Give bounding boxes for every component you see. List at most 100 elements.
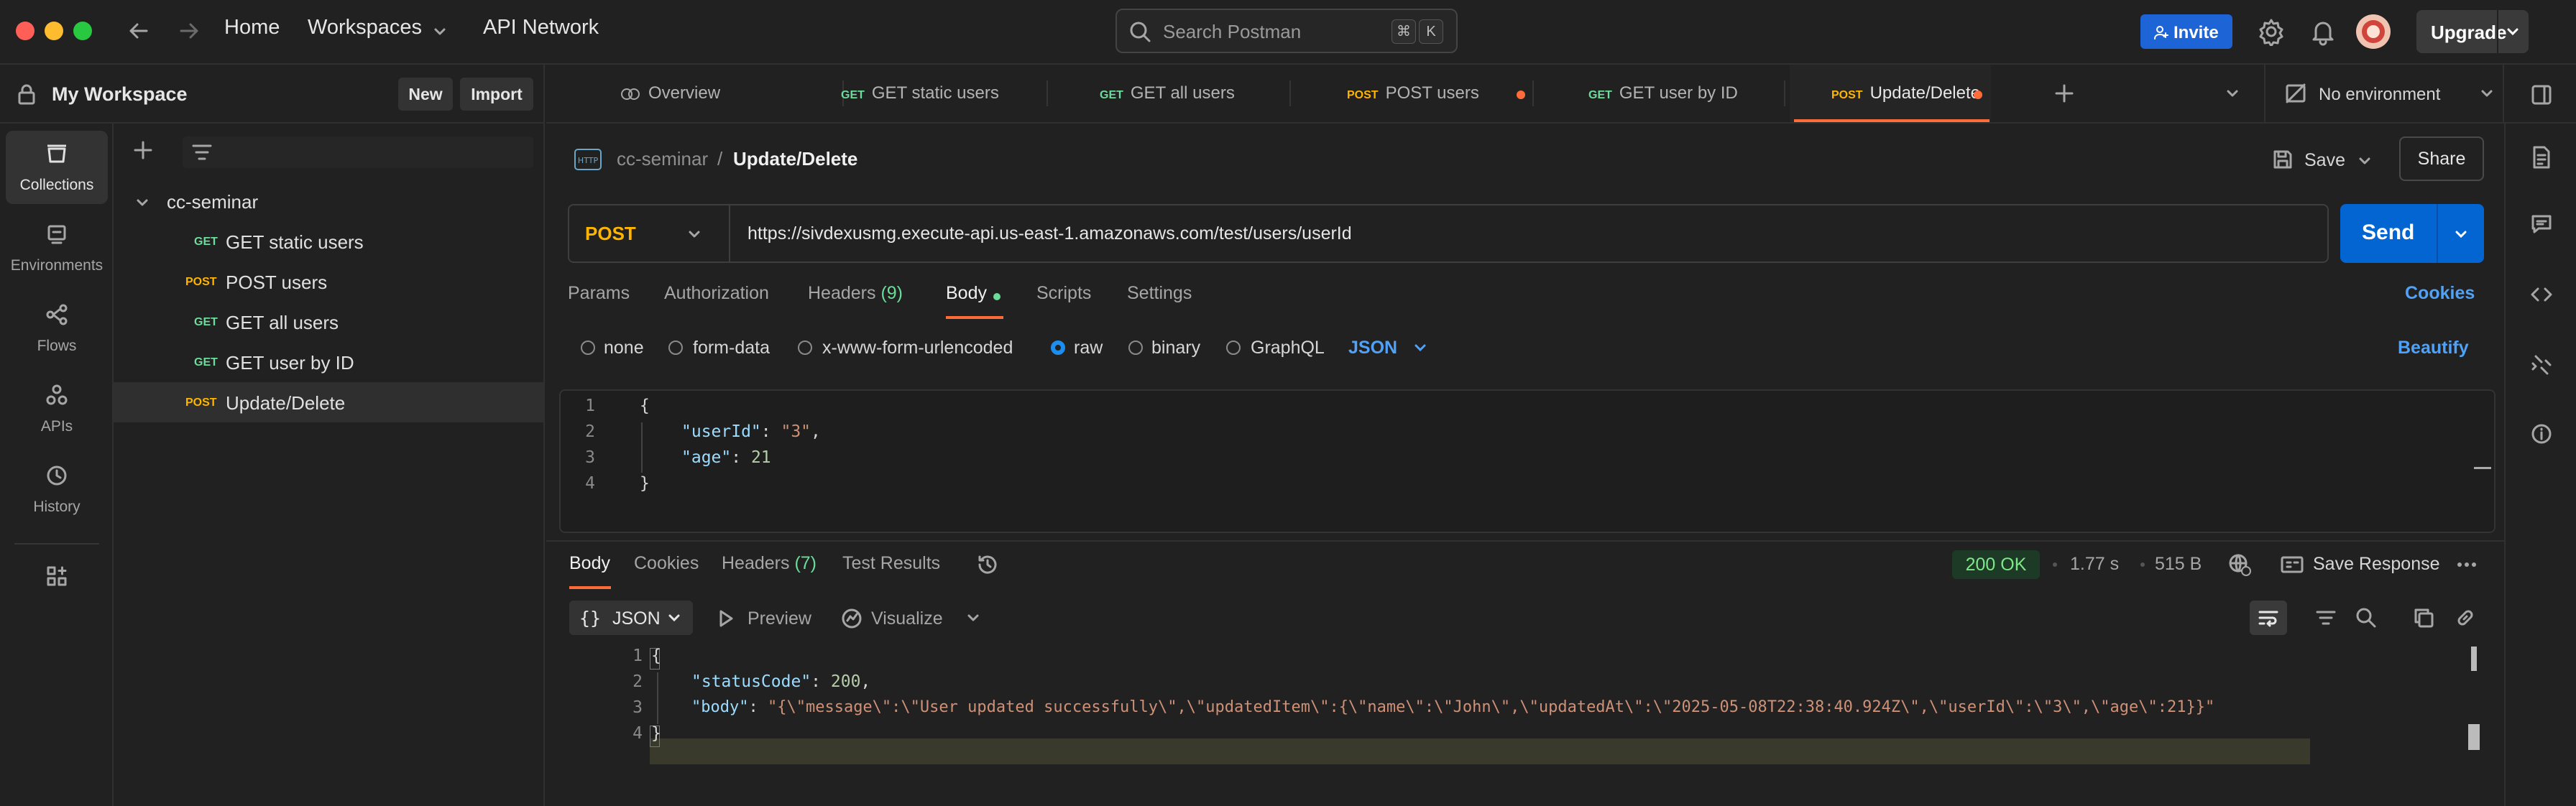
forward-arrow-icon[interactable] bbox=[177, 19, 201, 43]
radio-none[interactable] bbox=[581, 341, 595, 355]
tab-get-user-by-id[interactable]: GET GET user by ID bbox=[1588, 65, 1738, 122]
radio-form-data[interactable] bbox=[668, 341, 683, 355]
chevron-down-icon[interactable] bbox=[433, 24, 447, 39]
radio-raw[interactable] bbox=[1051, 341, 1065, 355]
nav-home[interactable]: Home bbox=[224, 16, 280, 40]
maximize-window-button[interactable] bbox=[73, 22, 92, 40]
tab-get-static-users[interactable]: GET GET static users bbox=[841, 65, 999, 122]
list-item[interactable]: GET GET all users bbox=[114, 302, 543, 342]
notifications-bell-icon[interactable] bbox=[2309, 17, 2337, 46]
send-button[interactable]: Send bbox=[2340, 204, 2484, 263]
radio-graphql[interactable] bbox=[1226, 341, 1241, 355]
radio-x-www-form-urlencoded[interactable] bbox=[798, 341, 812, 355]
wrap-lines-button[interactable] bbox=[2250, 601, 2287, 635]
minimize-window-button[interactable] bbox=[45, 22, 63, 40]
settings-gear-icon[interactable] bbox=[2257, 17, 2286, 46]
sidebar-item-collections[interactable]: Collections bbox=[6, 131, 108, 204]
radio-label: GraphQL bbox=[1251, 338, 1325, 358]
chevron-down-icon[interactable] bbox=[2454, 227, 2468, 241]
tab-label: GET user by ID bbox=[1619, 83, 1738, 103]
save-button[interactable]: Save bbox=[2268, 144, 2379, 177]
response-history-icon[interactable] bbox=[976, 553, 999, 576]
chevron-down-icon[interactable] bbox=[966, 611, 980, 625]
chevron-down-icon bbox=[667, 611, 681, 625]
tab-get-all-users[interactable]: GET GET all users bbox=[1100, 65, 1235, 122]
response-time[interactable]: 1.77 s bbox=[2070, 554, 2119, 575]
share-button[interactable]: Share bbox=[2399, 136, 2484, 181]
network-globe-icon[interactable] bbox=[2227, 552, 2253, 578]
add-ons-grid-icon[interactable] bbox=[45, 565, 68, 588]
tab-authorization[interactable]: Authorization bbox=[664, 283, 769, 304]
list-item-selected[interactable]: POST Update/Delete bbox=[114, 382, 543, 422]
request-body-editor[interactable]: 1 2 3 4 { "userId": "3", "age": 21 } bbox=[559, 389, 2496, 533]
copy-icon[interactable] bbox=[2412, 606, 2435, 629]
workspace-name[interactable]: My Workspace bbox=[52, 83, 188, 106]
chevron-down-icon[interactable] bbox=[2358, 154, 2372, 168]
response-body-viewer[interactable]: 1 2 3 4 { "statusCode": 200, "body": "{\… bbox=[546, 644, 2504, 764]
beautify-link[interactable]: Beautify bbox=[2398, 338, 2469, 358]
indent-guide bbox=[657, 672, 658, 724]
chevron-down-icon[interactable] bbox=[2225, 86, 2240, 101]
link-icon[interactable] bbox=[2454, 606, 2477, 629]
visualize-button[interactable]: Visualize bbox=[871, 608, 943, 629]
tab-params[interactable]: Params bbox=[568, 283, 630, 304]
nav-api-network[interactable]: API Network bbox=[483, 16, 599, 40]
radio-binary[interactable] bbox=[1128, 341, 1143, 355]
method-select[interactable]: POST bbox=[569, 205, 730, 261]
tab-post-users[interactable]: POST POST users bbox=[1347, 65, 1479, 122]
related-collections-icon[interactable] bbox=[2530, 353, 2553, 376]
nav-workspaces[interactable]: Workspaces bbox=[308, 16, 422, 40]
add-icon[interactable] bbox=[132, 139, 154, 161]
status-badge[interactable]: 200 OK bbox=[1952, 550, 2040, 579]
import-button[interactable]: Import bbox=[460, 78, 533, 111]
response-format-select[interactable]: {} JSON bbox=[569, 601, 693, 635]
avatar[interactable] bbox=[2356, 14, 2391, 49]
preview-button[interactable]: Preview bbox=[748, 608, 811, 629]
close-window-button[interactable] bbox=[16, 22, 34, 40]
divider bbox=[14, 543, 99, 545]
documentation-icon[interactable] bbox=[2530, 145, 2553, 170]
cookies-link[interactable]: Cookies bbox=[2405, 283, 2475, 304]
tab-response-headers[interactable]: Headers (7) bbox=[722, 553, 816, 574]
tab-response-cookies[interactable]: Cookies bbox=[634, 553, 699, 574]
more-options-icon[interactable] bbox=[2455, 555, 2478, 575]
tab-overview[interactable]: Overview bbox=[620, 65, 720, 122]
sidebar-item-environments[interactable]: Environments bbox=[6, 211, 108, 284]
list-item[interactable]: POST POST users bbox=[114, 261, 543, 302]
search-input[interactable]: Search Postman ⌘ K bbox=[1116, 9, 1458, 53]
tab-headers[interactable]: Headers (9) bbox=[808, 283, 903, 304]
tab-settings[interactable]: Settings bbox=[1127, 283, 1192, 304]
scrollbar-thumb[interactable] bbox=[2471, 647, 2477, 671]
filter-icon[interactable] bbox=[2314, 606, 2337, 629]
chevron-down-icon[interactable] bbox=[1413, 341, 1427, 355]
collection-folder[interactable]: cc-seminar bbox=[114, 181, 543, 221]
search-icon[interactable] bbox=[2355, 606, 2378, 629]
back-arrow-icon[interactable] bbox=[126, 19, 151, 43]
environment-selector[interactable]: No environment bbox=[2280, 65, 2503, 122]
code-icon[interactable] bbox=[2530, 283, 2553, 306]
chevron-down-icon[interactable] bbox=[2506, 24, 2520, 39]
new-tab-plus-icon[interactable] bbox=[2054, 83, 2074, 103]
sidebar-item-apis[interactable]: APIs bbox=[6, 372, 108, 445]
info-icon[interactable] bbox=[2530, 422, 2553, 445]
sidebar-toggle-icon[interactable] bbox=[2530, 83, 2553, 106]
format-select[interactable]: JSON bbox=[1348, 338, 1397, 358]
page-title[interactable]: Update/Delete bbox=[733, 148, 857, 170]
tab-scripts[interactable]: Scripts bbox=[1036, 283, 1091, 304]
sidebar-item-flows[interactable]: Flows bbox=[6, 292, 108, 365]
url-input[interactable]: https://sivdexusmg.execute-api.us-east-1… bbox=[748, 223, 1352, 244]
sidebar-item-history[interactable]: History bbox=[6, 453, 108, 526]
tab-response-body[interactable]: Body bbox=[569, 553, 610, 574]
list-item[interactable]: GET GET user by ID bbox=[114, 342, 543, 382]
save-response-button[interactable]: Save Response bbox=[2313, 554, 2440, 575]
tab-test-results[interactable]: Test Results bbox=[842, 553, 940, 574]
comments-icon[interactable] bbox=[2530, 213, 2553, 236]
response-size[interactable]: 515 B bbox=[2155, 554, 2202, 575]
breadcrumb-collection[interactable]: cc-seminar bbox=[617, 148, 708, 170]
tab-body[interactable]: Body bbox=[946, 283, 987, 304]
invite-button[interactable]: Invite bbox=[2140, 14, 2232, 49]
new-button[interactable]: New bbox=[398, 78, 453, 111]
upgrade-button[interactable]: Upgrade bbox=[2416, 10, 2529, 53]
list-item[interactable]: GET GET static users bbox=[114, 221, 543, 261]
filter-input[interactable] bbox=[183, 136, 533, 168]
